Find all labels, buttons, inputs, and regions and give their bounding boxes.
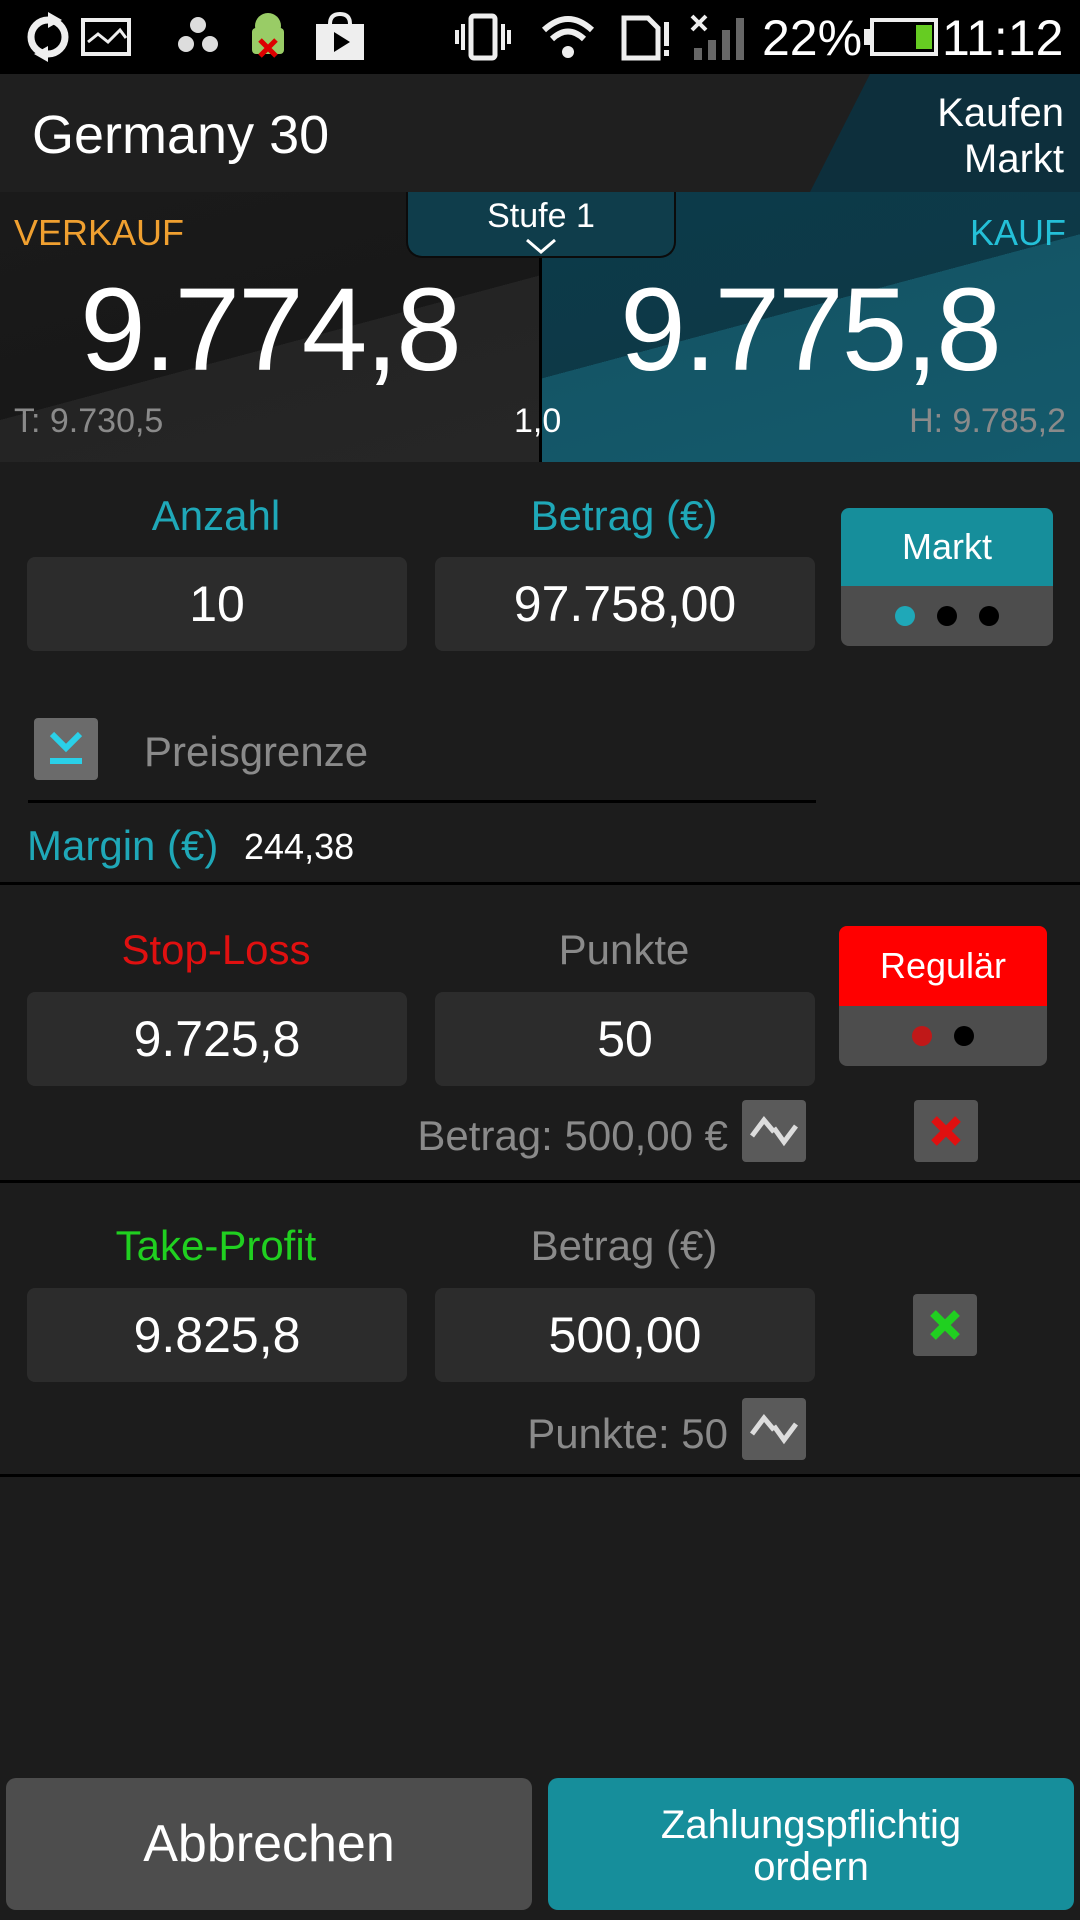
quantity-input[interactable]: 10 [27, 557, 407, 651]
stop-type-toggle[interactable]: Regulär [839, 926, 1047, 1066]
day-low: T: 9.730,5 [14, 402, 164, 440]
section-divider [0, 1474, 1080, 1477]
take-profit-mode-toggle[interactable] [742, 1398, 806, 1460]
price-panel: VERKAUF 9.774,8 T: 9.730,5 KAUF 9.775,8 … [0, 192, 1080, 462]
limit-underline [28, 800, 816, 803]
signal-icon [688, 12, 744, 62]
spread-value: 1,0 [514, 402, 562, 440]
stop-loss-points-input[interactable]: 50 [435, 992, 815, 1086]
pager-dot [937, 606, 957, 626]
take-profit-points: Punkte: 50 [527, 1410, 728, 1457]
amount-label: Betrag (€) [530, 492, 718, 539]
section-divider [0, 1180, 1080, 1183]
take-profit-amount-label: Betrag (€) [530, 1222, 718, 1269]
sd-card-icon [618, 12, 670, 62]
order-type-label: Markt [841, 508, 1053, 586]
stop-type-pager [839, 1006, 1047, 1066]
instrument-header: Germany 30 Kaufen Markt [0, 74, 1080, 194]
margin-label: Margin (€) [27, 822, 219, 869]
amount-input[interactable]: 97.758,00 [435, 557, 815, 651]
pager-dot-active [912, 1026, 932, 1046]
clock: 11:12 [942, 10, 1064, 66]
order-type-toggle[interactable]: Markt [841, 508, 1053, 646]
pager-dot-active [895, 606, 915, 626]
android-debug-icon [242, 12, 294, 62]
quantity-label: Anzahl [151, 492, 281, 539]
buy-label: KAUF [969, 212, 1066, 253]
limit-price-input[interactable]: Preisgrenze [144, 728, 368, 776]
remove-take-profit-button[interactable] [913, 1294, 977, 1356]
remove-stop-loss-button[interactable] [914, 1100, 978, 1162]
image-icon [80, 12, 132, 62]
stop-loss-points-label: Punkte [558, 926, 690, 973]
buy-price[interactable]: 9.775,8 [540, 260, 1080, 400]
wifi-icon [540, 12, 595, 62]
instrument-title: Germany 30 [32, 105, 330, 165]
vibrate-icon [455, 12, 511, 62]
order-direction: Kaufen [937, 91, 1064, 135]
arrow-down-to-line-icon [49, 731, 83, 764]
fan-icon [172, 12, 224, 62]
pager-dot [954, 1026, 974, 1046]
play-store-icon [312, 11, 364, 62]
section-divider [0, 882, 1080, 885]
stop-loss-input[interactable]: 9.725,8 [27, 992, 407, 1086]
sell-price[interactable]: 9.774,8 [0, 260, 540, 400]
cancel-button[interactable]: Abbrechen [6, 1778, 532, 1910]
pager-dot [979, 606, 999, 626]
chevron-down-icon [408, 236, 674, 254]
stop-loss-amount: Betrag: 500,00 € [417, 1112, 728, 1159]
limit-toggle-button[interactable] [34, 718, 98, 780]
level-selector[interactable]: Stufe 1 [406, 192, 676, 258]
battery-icon [862, 12, 942, 62]
close-icon [930, 1310, 960, 1340]
stop-loss-mode-toggle[interactable] [742, 1100, 806, 1162]
stop-loss-label: Stop-Loss [121, 926, 311, 973]
stop-type-label: Regulär [839, 926, 1047, 1006]
order-execution-mode: Markt [964, 137, 1064, 181]
battery-percent: 22% [762, 10, 863, 66]
level-selector-label: Stufe 1 [487, 197, 595, 235]
margin-value: 244,38 [244, 826, 355, 867]
sell-label: VERKAUF [14, 212, 185, 253]
day-high: H: 9.785,2 [909, 402, 1066, 440]
take-profit-input[interactable]: 9.825,8 [27, 1288, 407, 1382]
take-profit-label: Take-Profit [115, 1222, 317, 1269]
submit-label-line2: ordern [753, 1845, 869, 1889]
submit-label-line1: Zahlungspflichtig [660, 1803, 962, 1847]
swap-icon [750, 1115, 798, 1147]
swap-icon [750, 1413, 798, 1445]
order-type-pager [841, 586, 1053, 646]
submit-order-button[interactable]: Zahlungspflichtig ordern [548, 1778, 1074, 1910]
close-icon [931, 1116, 961, 1146]
take-profit-amount-input[interactable]: 500,00 [435, 1288, 815, 1382]
sync-icon [22, 12, 74, 62]
status-bar: 22% 11:12 [0, 0, 1080, 74]
